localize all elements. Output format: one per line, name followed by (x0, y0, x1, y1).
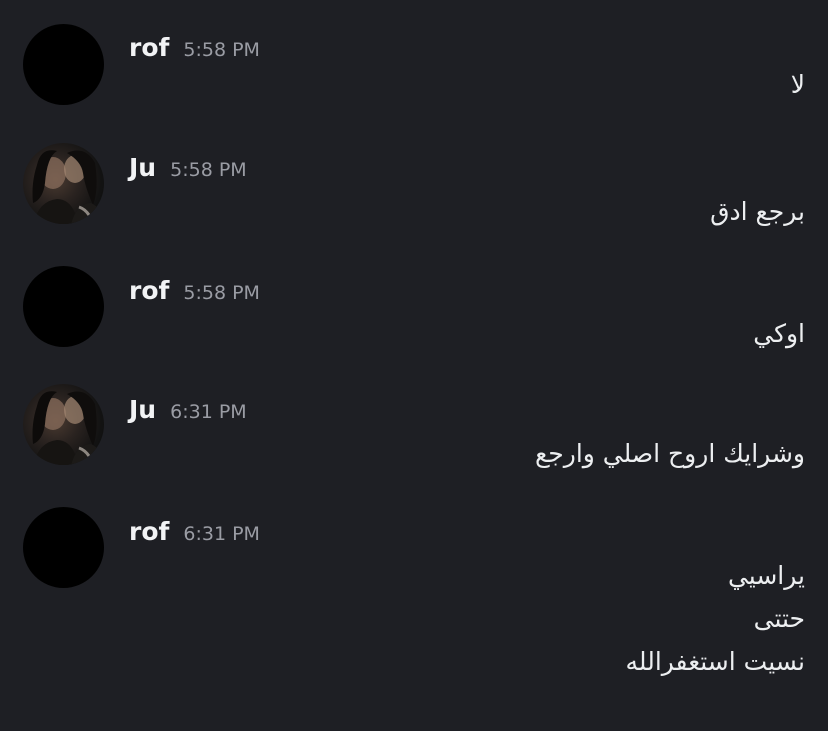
avatar[interactable] (23, 384, 104, 465)
message-line: وشرايك اروح اصلي وارجع (535, 439, 805, 468)
timestamp: 6:31 PM (183, 523, 260, 545)
author-name[interactable]: Ju (129, 153, 156, 182)
message-content: برجع ادق (710, 190, 805, 233)
message-header: Ju 5:58 PM (129, 153, 247, 182)
message-line: لا (790, 70, 805, 99)
message-header: rof 6:31 PM (129, 517, 260, 546)
message-line: اوكي (753, 319, 805, 348)
author-name[interactable]: rof (129, 276, 169, 305)
message-header: Ju 6:31 PM (129, 395, 247, 424)
message-content: وشرايك اروح اصلي وارجع (535, 432, 805, 475)
message-content: يراسيي حتتى نسيت استغفرالله (626, 554, 805, 683)
avatar[interactable] (23, 266, 104, 347)
message-line: برجع ادق (710, 197, 805, 226)
timestamp: 5:58 PM (170, 159, 247, 181)
avatar[interactable] (23, 143, 104, 224)
message-line: نسيت استغفرالله (625, 647, 805, 676)
avatar-photo-icon (32, 150, 104, 224)
author-name[interactable]: Ju (129, 395, 156, 424)
chat-log: rof 5:58 PM لا Ju 5:58 PM برجع ادق rof 5… (0, 0, 828, 731)
timestamp: 6:31 PM (170, 401, 247, 423)
message-line: حتتى (753, 604, 805, 633)
message-line: يراسيي (727, 561, 805, 590)
message-content: اوكي (753, 312, 805, 355)
author-name[interactable]: rof (129, 33, 169, 62)
message-content: لا (791, 63, 805, 106)
message-header: rof 5:58 PM (129, 276, 260, 305)
author-name[interactable]: rof (129, 517, 169, 546)
message-header: rof 5:58 PM (129, 33, 260, 62)
avatar-photo-icon (32, 391, 104, 465)
timestamp: 5:58 PM (183, 39, 260, 61)
avatar[interactable] (23, 507, 104, 588)
avatar[interactable] (23, 24, 104, 105)
timestamp: 5:58 PM (183, 282, 260, 304)
